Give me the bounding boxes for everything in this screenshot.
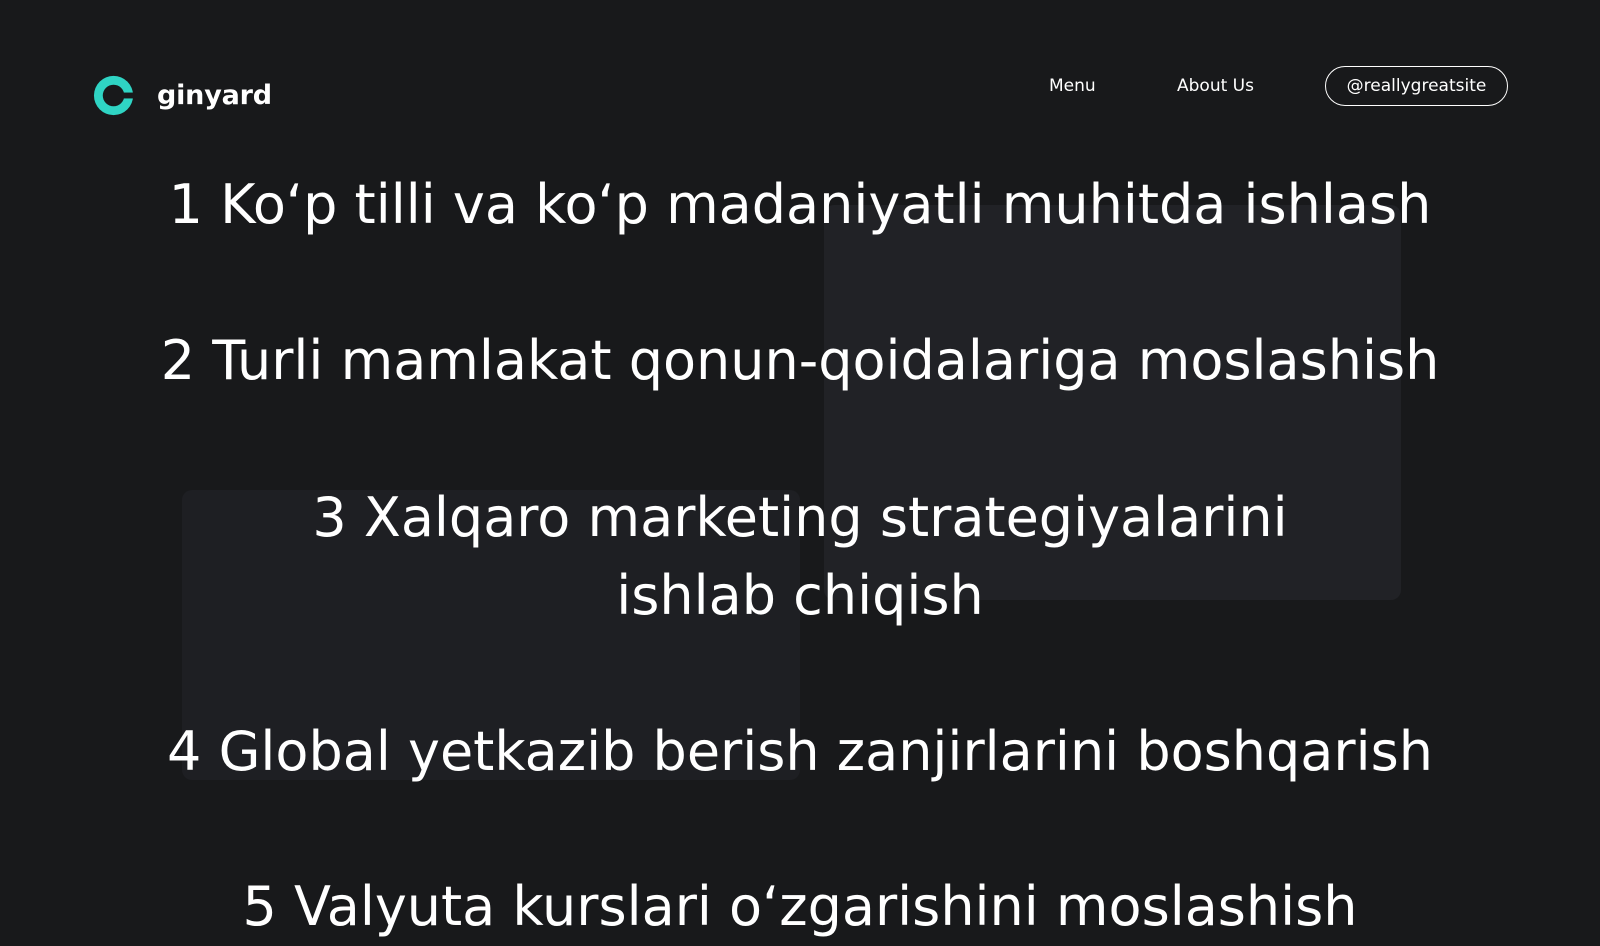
site-header: ginyard Menu About Us @reallygreatsite — [0, 0, 1600, 150]
nav-menu-link[interactable]: Menu — [1049, 74, 1096, 98]
brand-name: ginyard — [157, 80, 272, 111]
list-item: 2 Turli mamlakat qonun-qoidalariga mosla… — [160, 329, 1440, 392]
list-item: 5 Valyuta kurslari o‘zgarishini moslashi… — [242, 875, 1358, 938]
brand-logo-link[interactable]: ginyard — [92, 72, 272, 119]
nav-about-link[interactable]: About Us — [1177, 74, 1254, 98]
social-handle-button[interactable]: @reallygreatsite — [1325, 66, 1508, 106]
list-item: 3 Xalqaro marketing strategiyalarini ish… — [312, 486, 1288, 627]
list-item: 1 Ko‘p tilli va ko‘p madaniyatli muhitda… — [168, 173, 1432, 236]
list-item: 4 Global yetkazib berish zanjirlarini bo… — [167, 720, 1433, 783]
ring-logo-icon — [93, 75, 139, 116]
